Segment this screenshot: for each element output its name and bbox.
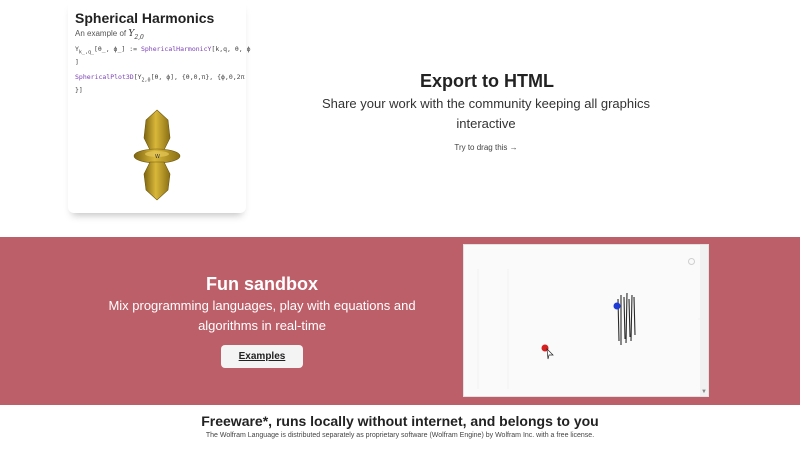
code-cell-plot[interactable]: SphericalPlot3D[Y2,0[θ, ϕ], {θ,0,π}, {ϕ,… [75, 72, 244, 95]
notebook-subtitle-text: An example of [75, 29, 129, 38]
sandbox-canvas[interactable] [468, 249, 700, 394]
scribble-strokes [617, 292, 636, 345]
spherical-harmonic-3d-plot-icon: W [133, 109, 181, 201]
sandbox-description: Mix programming languages, play with equ… [108, 298, 416, 333]
math-subscript: 2,0 [134, 33, 144, 41]
export-title: Export to HTML [420, 71, 554, 91]
spherical-harmonic-plot[interactable]: W [72, 98, 242, 210]
code-token: [Y [133, 73, 142, 81]
footer-note: The Wolfram Language is distributed sepa… [205, 432, 595, 439]
footer-section: Freeware*, runs locally without internet… [0, 405, 800, 450]
code-token: [θ, ϕ], {θ,0,π}, {ϕ,0,2π [150, 73, 245, 81]
notebook-cell-container: Spherical Harmonics An example of Y2,0 Y… [68, 0, 251, 213]
code-token: [k,q, θ, ϕ [211, 45, 251, 53]
export-description: Share your work with the community keepi… [321, 96, 651, 131]
footer-title: Freeware*, runs locally without internet… [201, 413, 599, 429]
landing-page: Spherical Harmonics An example of Y2,0 Y… [0, 0, 800, 450]
scroll-down-arrow-icon[interactable]: ▼ [700, 388, 708, 396]
blue-point[interactable] [613, 302, 621, 310]
sandbox-scrollbar[interactable]: ▼ [700, 245, 708, 396]
notebook-subtitle: An example of Y2,0 [75, 29, 144, 41]
examples-button[interactable]: Examples [221, 345, 303, 368]
code-function: SphericalHarmonicY [140, 45, 212, 53]
code-subscript: 2,0 [141, 77, 151, 84]
window-corner-icon[interactable] [688, 258, 695, 265]
svg-text:W: W [155, 154, 160, 160]
sandbox-demo-window[interactable]: ▼ [463, 244, 709, 397]
notebook-subtitle-math: Y2,0 [128, 29, 144, 41]
sandbox-drawing [477, 269, 700, 389]
code-cell-definition[interactable]: Yk_,q_[θ_, ϕ_] := SphericalHarmonicY[k,q… [75, 44, 251, 67]
notebook-title: Spherical Harmonics [75, 10, 215, 26]
sandbox-title: Fun sandbox [206, 274, 318, 294]
sandbox-section: Fun sandbox Mix programming languages, p… [0, 237, 800, 405]
code-token: ] [75, 58, 79, 67]
drag-hint: Try to drag this → [454, 143, 518, 152]
code-function: SphericalPlot3D [75, 73, 134, 81]
notebook-preview[interactable]: Spherical Harmonics An example of Y2,0 Y… [62, 0, 264, 229]
export-section: Spherical Harmonics An example of Y2,0 Y… [0, 0, 800, 237]
code-subscript: k_,q_ [78, 49, 94, 56]
cursor-icon [546, 348, 554, 360]
code-token: [θ_, ϕ_] := [93, 45, 141, 53]
code-token: }] [75, 86, 83, 95]
